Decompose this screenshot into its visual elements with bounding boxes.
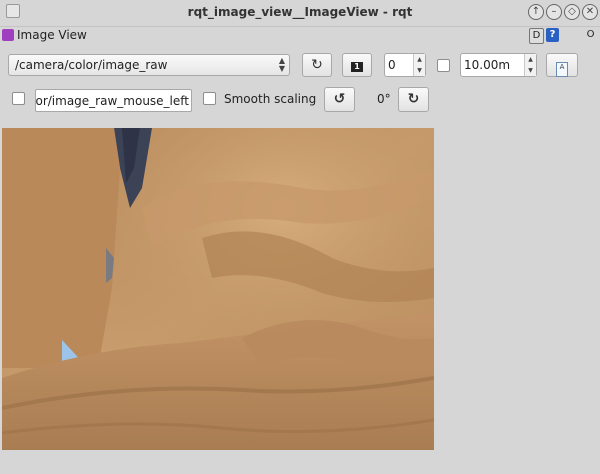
frame-spinbox-value: 0 — [388, 58, 396, 72]
combo-arrows-icon: ▲ ▼ — [278, 56, 285, 73]
dock-close-button[interactable]: O — [584, 28, 597, 42]
dock-d-button[interactable]: D — [529, 28, 544, 44]
dock-header: Image View D ? O — [0, 26, 600, 46]
close-icon[interactable]: ✕ — [582, 4, 598, 20]
one-to-one-zoom-button[interactable]: 1 — [342, 53, 372, 77]
help-button[interactable]: ? — [546, 28, 559, 42]
one-to-one-icon: 1 — [351, 62, 363, 72]
topic-combobox[interactable]: /camera/color/image_raw ▲ ▼ — [8, 54, 290, 76]
refresh-topics-button[interactable]: ↻ — [302, 53, 332, 77]
duration-spinbox[interactable]: 10.00m ▲ ▼ — [460, 53, 537, 77]
window-title: rqt_image_view__ImageView - rqt — [187, 5, 413, 19]
duration-checkbox[interactable] — [437, 59, 450, 72]
spin-arrows-icon[interactable]: ▲ ▼ — [524, 54, 536, 76]
spin-arrows-icon[interactable]: ▲ ▼ — [413, 54, 425, 76]
dock-title: Image View — [17, 28, 87, 42]
maximize-icon[interactable]: ◇ — [564, 4, 580, 20]
smooth-scaling-label[interactable]: Smooth scaling — [224, 92, 316, 106]
mouse-topic-input-value: olor/image_raw_mouse_left — [35, 94, 189, 108]
minimize-icon[interactable]: – — [546, 4, 562, 20]
frame-spinbox[interactable]: 0 ▲ ▼ — [384, 53, 426, 77]
smooth-scaling-checkbox[interactable] — [203, 92, 216, 105]
camera-image-view[interactable] — [2, 128, 434, 450]
rotate-left-icon: ↺ — [333, 91, 346, 107]
rotate-left-button[interactable]: ↺ — [324, 87, 355, 112]
status-bar — [0, 450, 600, 474]
image-view-icon — [2, 29, 14, 41]
refresh-icon: ↻ — [311, 57, 323, 73]
save-image-button[interactable]: A — [546, 53, 578, 77]
topic-combobox-value: /camera/color/image_raw — [15, 58, 168, 72]
camera-image — [2, 128, 434, 450]
rotate-right-button[interactable]: ↻ — [398, 87, 429, 112]
rotation-label: 0° — [377, 92, 391, 106]
keep-above-icon[interactable]: ↑ — [528, 4, 544, 20]
mouse-publish-checkbox[interactable] — [12, 92, 25, 105]
save-icon: A — [556, 62, 568, 77]
window-titlebar: rqt_image_view__ImageView - rqt ↑ – ◇ ✕ — [0, 0, 600, 27]
mouse-topic-input[interactable]: olor/image_raw_mouse_left — [35, 89, 192, 112]
rotate-right-icon: ↻ — [407, 91, 420, 107]
duration-spinbox-value: 10.00m — [464, 58, 511, 72]
